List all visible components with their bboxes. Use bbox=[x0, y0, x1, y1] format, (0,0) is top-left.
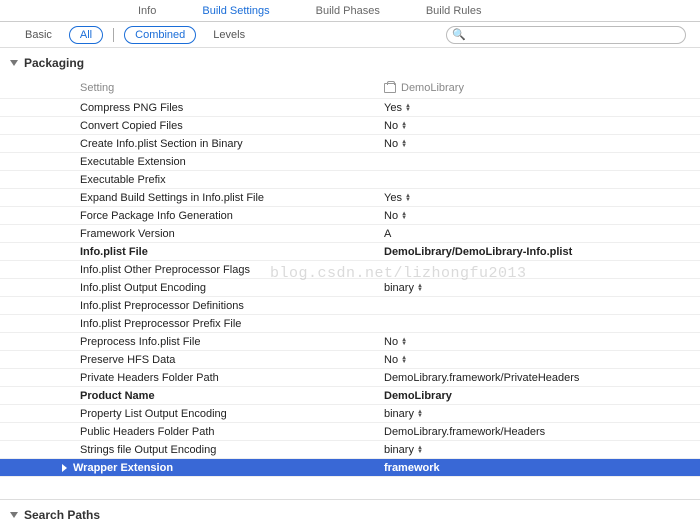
setting-label: Strings file Output Encoding bbox=[0, 444, 380, 456]
setting-label: Expand Build Settings in Info.plist File bbox=[0, 192, 380, 204]
setting-row[interactable]: Public Headers Folder PathDemoLibrary.fr… bbox=[0, 423, 700, 441]
stepper-icon[interactable]: ▲▼ bbox=[401, 122, 407, 130]
setting-label: Info.plist Preprocessor Prefix File bbox=[0, 318, 380, 330]
setting-value[interactable]: Yes▲▼ bbox=[380, 102, 700, 114]
filter-combined[interactable]: Combined bbox=[124, 26, 196, 44]
setting-value[interactable]: DemoLibrary/DemoLibrary-Info.plist bbox=[380, 246, 700, 258]
disclosure-triangle-icon bbox=[10, 512, 18, 518]
stepper-icon[interactable]: ▲▼ bbox=[401, 140, 407, 148]
search-wrap: 🔍 bbox=[446, 26, 686, 44]
filter-basic[interactable]: Basic bbox=[14, 26, 63, 44]
stepper-icon[interactable]: ▲▼ bbox=[417, 410, 423, 418]
stepper-icon[interactable]: ▲▼ bbox=[405, 194, 411, 202]
toolbox-icon bbox=[384, 83, 396, 93]
filter-levels[interactable]: Levels bbox=[202, 26, 256, 44]
setting-value[interactable]: binary▲▼ bbox=[380, 408, 700, 420]
setting-label: Private Headers Folder Path bbox=[0, 372, 380, 384]
setting-label: Info.plist Output Encoding bbox=[0, 282, 380, 294]
setting-row[interactable]: Strings file Output Encodingbinary▲▼ bbox=[0, 441, 700, 459]
setting-label: Property List Output Encoding bbox=[0, 408, 380, 420]
stepper-icon[interactable]: ▲▼ bbox=[417, 284, 423, 292]
stepper-icon[interactable]: ▲▼ bbox=[401, 338, 407, 346]
setting-value[interactable]: DemoLibrary.framework/Headers bbox=[380, 426, 700, 438]
setting-label: Executable Prefix bbox=[0, 174, 380, 186]
section-title: Search Paths bbox=[24, 508, 100, 522]
setting-value[interactable]: DemoLibrary.framework/PrivateHeaders bbox=[380, 372, 700, 384]
setting-row[interactable]: Executable Prefix bbox=[0, 171, 700, 189]
section-packaging[interactable]: Packaging bbox=[0, 48, 700, 78]
stepper-icon[interactable]: ▲▼ bbox=[417, 446, 423, 454]
setting-label: Force Package Info Generation bbox=[0, 210, 380, 222]
setting-value[interactable]: Yes▲▼ bbox=[380, 192, 700, 204]
setting-label: Preserve HFS Data bbox=[0, 354, 380, 366]
column-setting-header: Setting bbox=[0, 82, 380, 94]
column-target-header: DemoLibrary bbox=[380, 82, 700, 94]
setting-row[interactable]: Info.plist FileDemoLibrary/DemoLibrary-I… bbox=[0, 243, 700, 261]
setting-value[interactable]: No▲▼ bbox=[380, 210, 700, 222]
setting-value[interactable]: DemoLibrary bbox=[380, 390, 700, 402]
filter-bar: Basic All Combined Levels 🔍 bbox=[0, 22, 700, 48]
setting-label: Framework Version bbox=[0, 228, 380, 240]
setting-label: Wrapper Extension bbox=[0, 462, 380, 474]
filter-all[interactable]: All bbox=[69, 26, 103, 44]
main-tabs: Info Build Settings Build Phases Build R… bbox=[0, 0, 700, 22]
tab-build-phases[interactable]: Build Phases bbox=[308, 1, 388, 21]
setting-label: Info.plist Other Preprocessor Flags bbox=[0, 264, 380, 276]
bottom-section: Search Paths bbox=[0, 499, 700, 530]
tab-build-settings[interactable]: Build Settings bbox=[194, 1, 277, 21]
setting-value[interactable]: framework bbox=[380, 462, 700, 474]
setting-label: Convert Copied Files bbox=[0, 120, 380, 132]
column-headers: Setting DemoLibrary bbox=[0, 78, 700, 99]
setting-label: Public Headers Folder Path bbox=[0, 426, 380, 438]
setting-row[interactable]: Framework VersionA bbox=[0, 225, 700, 243]
setting-row[interactable]: Product NameDemoLibrary bbox=[0, 387, 700, 405]
setting-value[interactable]: A bbox=[380, 228, 700, 240]
setting-label: Compress PNG Files bbox=[0, 102, 380, 114]
setting-label: Create Info.plist Section in Binary bbox=[0, 138, 380, 150]
disclosure-triangle-icon bbox=[10, 60, 18, 66]
target-name: DemoLibrary bbox=[401, 82, 464, 94]
setting-value[interactable]: No▲▼ bbox=[380, 120, 700, 132]
settings-list: Compress PNG FilesYes▲▼Convert Copied Fi… bbox=[0, 99, 700, 477]
setting-row[interactable]: Info.plist Preprocessor Definitions bbox=[0, 297, 700, 315]
setting-row[interactable]: Info.plist Other Preprocessor Flags bbox=[0, 261, 700, 279]
setting-label: Info.plist Preprocessor Definitions bbox=[0, 300, 380, 312]
setting-label: Info.plist File bbox=[0, 246, 380, 258]
search-input[interactable] bbox=[446, 26, 686, 44]
setting-value[interactable]: No▲▼ bbox=[380, 138, 700, 150]
setting-row[interactable]: Property List Output Encodingbinary▲▼ bbox=[0, 405, 700, 423]
setting-label: Executable Extension bbox=[0, 156, 380, 168]
setting-row[interactable]: Convert Copied FilesNo▲▼ bbox=[0, 117, 700, 135]
stepper-icon[interactable]: ▲▼ bbox=[401, 212, 407, 220]
setting-row[interactable]: Create Info.plist Section in BinaryNo▲▼ bbox=[0, 135, 700, 153]
tab-info[interactable]: Info bbox=[130, 1, 164, 21]
setting-value[interactable]: binary▲▼ bbox=[380, 282, 700, 294]
setting-row[interactable]: Force Package Info GenerationNo▲▼ bbox=[0, 207, 700, 225]
setting-value[interactable]: No▲▼ bbox=[380, 336, 700, 348]
stepper-icon[interactable]: ▲▼ bbox=[401, 356, 407, 364]
setting-row[interactable]: Private Headers Folder PathDemoLibrary.f… bbox=[0, 369, 700, 387]
setting-row[interactable]: Info.plist Output Encodingbinary▲▼ bbox=[0, 279, 700, 297]
tab-build-rules[interactable]: Build Rules bbox=[418, 1, 490, 21]
section-search-paths[interactable]: Search Paths bbox=[0, 500, 700, 530]
stepper-icon[interactable]: ▲▼ bbox=[405, 104, 411, 112]
setting-value[interactable]: No▲▼ bbox=[380, 354, 700, 366]
selection-arrow-icon bbox=[62, 464, 67, 472]
filter-separator bbox=[113, 28, 114, 42]
setting-row[interactable]: Preprocess Info.plist FileNo▲▼ bbox=[0, 333, 700, 351]
setting-row[interactable]: Preserve HFS DataNo▲▼ bbox=[0, 351, 700, 369]
setting-row[interactable]: Wrapper Extensionframework bbox=[0, 459, 700, 477]
setting-value[interactable]: binary▲▼ bbox=[380, 444, 700, 456]
setting-label: Product Name bbox=[0, 390, 380, 402]
section-title: Packaging bbox=[24, 56, 84, 70]
setting-row[interactable]: Expand Build Settings in Info.plist File… bbox=[0, 189, 700, 207]
setting-label: Preprocess Info.plist File bbox=[0, 336, 380, 348]
setting-row[interactable]: Executable Extension bbox=[0, 153, 700, 171]
setting-row[interactable]: Info.plist Preprocessor Prefix File bbox=[0, 315, 700, 333]
setting-row[interactable]: Compress PNG FilesYes▲▼ bbox=[0, 99, 700, 117]
